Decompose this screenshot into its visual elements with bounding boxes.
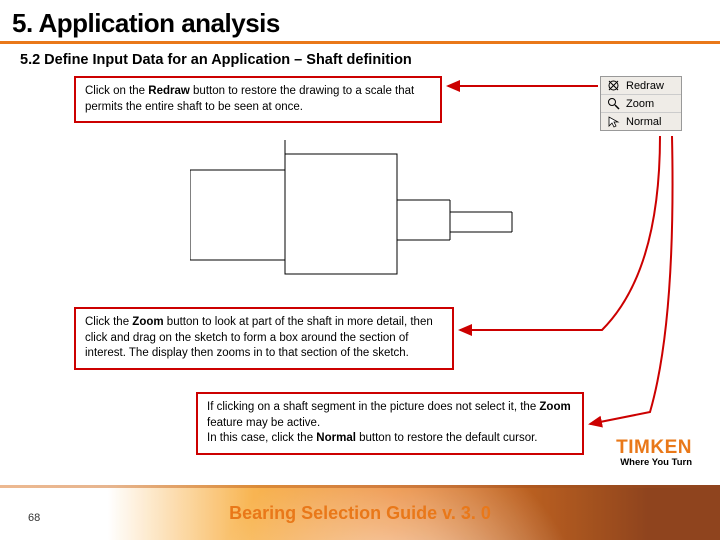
toolbar-zoom[interactable]: Zoom [601,95,681,113]
callout-text: Click the [85,316,132,328]
brand-tagline: Where You Turn [616,457,692,468]
callout-redraw: Click on the Redraw button to restore th… [74,76,442,123]
toolbar-normal[interactable]: Normal [601,113,681,130]
slide-subtitle: 5.2 Define Input Data for an Application… [0,44,720,72]
callout-normal: If clicking on a shaft segment in the pi… [196,392,584,455]
callout-text: Click on the [85,85,148,97]
toolbar-label: Redraw [626,80,664,92]
footer: 68 Bearing Selection Guide v. 3. 0 [0,470,720,540]
callout-zoom: Click the Zoom button to look at part of… [74,307,454,370]
normal-icon [607,115,620,128]
slide-header: 5. Application analysis [0,0,720,44]
toolbar-label: Normal [626,116,661,128]
callout-text: feature may be active. In this case, cli… [207,417,320,445]
footer-title: Bearing Selection Guide v. 3. 0 [0,503,720,524]
main-area: Click on the Redraw button to restore th… [0,72,720,442]
zoom-icon [607,97,620,110]
brand-name: TIMKEN [616,437,692,459]
redraw-icon [607,79,620,92]
callout-text: If clicking on a shaft segment in the pi… [207,401,539,413]
callout-bold: Normal [316,432,356,444]
slide: 5. Application analysis 5.2 Define Input… [0,0,720,540]
brand-logo: TIMKEN Where You Turn [616,437,692,468]
callout-bold: Redraw [148,85,190,97]
toolbar-label: Zoom [626,98,654,110]
toolbar-redraw[interactable]: Redraw [601,77,681,95]
shaft-sketch [190,140,520,300]
slide-title: 5. Application analysis [12,8,708,39]
toolbar: Redraw Zoom Normal [600,76,682,131]
callout-bold: Zoom [539,401,570,413]
callout-text: button to restore the default cursor. [356,432,538,444]
callout-bold: Zoom [132,316,163,328]
